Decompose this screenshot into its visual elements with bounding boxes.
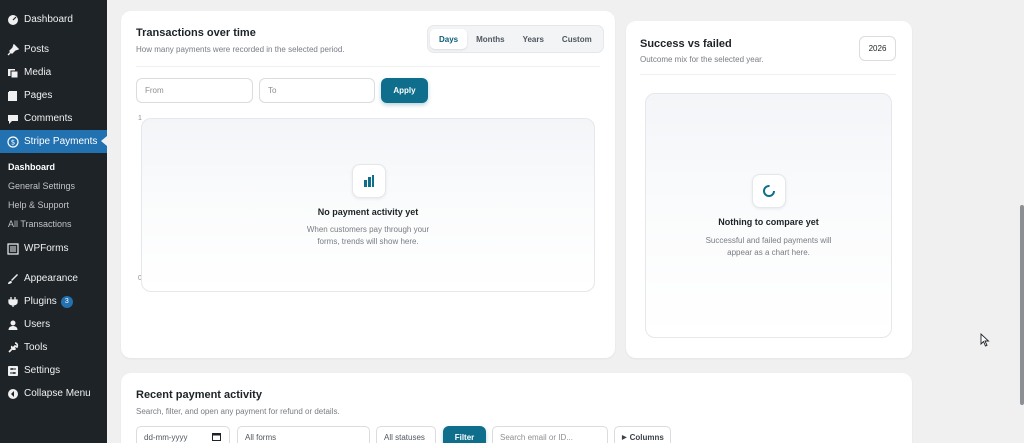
mouse-cursor-icon <box>980 332 990 350</box>
menu-stripe-payments[interactable]: $ Stripe Payments <box>0 130 107 153</box>
comments-icon <box>6 112 20 126</box>
period-days[interactable]: Days <box>430 29 468 49</box>
recent-activity-subtitle: Search, filter, and open any payment for… <box>136 407 340 416</box>
menu-comments[interactable]: Comments <box>0 107 107 130</box>
success-failed-card: Success vs failed Outcome mix for the se… <box>626 21 912 358</box>
success-failed-subtitle: Outcome mix for the selected year. <box>640 55 764 64</box>
filter-button[interactable]: Filter <box>443 426 486 443</box>
transactions-divider <box>136 66 600 67</box>
menu-wpforms[interactable]: WPForms <box>0 237 107 260</box>
settings-icon <box>6 364 20 378</box>
transactions-subtitle: How many payments were recorded in the s… <box>136 45 345 54</box>
menu-plugins[interactable]: Plugins 3 <box>0 290 107 313</box>
user-icon <box>6 318 20 332</box>
status-select[interactable]: All statuses <box>376 426 436 443</box>
to-date-input[interactable]: To <box>259 78 375 103</box>
columns-button[interactable]: ▶ Columns <box>614 426 671 443</box>
from-date-input[interactable]: From <box>136 78 253 103</box>
submenu-help-support[interactable]: Help & Support <box>0 196 107 214</box>
menu-settings[interactable]: Settings <box>0 359 107 382</box>
submenu-dashboard[interactable]: Dashboard <box>0 158 107 176</box>
plugin-icon <box>6 295 20 309</box>
submenu-general-settings[interactable]: General Settings <box>0 177 107 195</box>
menu-users[interactable]: Users <box>0 313 107 336</box>
calendar-icon <box>212 432 221 443</box>
page-scrollbar-thumb[interactable] <box>1020 205 1024 405</box>
year-selector[interactable]: 2026 <box>859 36 896 61</box>
transactions-empty-text-line1: When customers pay through your <box>306 225 430 234</box>
recent-activity-card: Recent payment activity Search, filter, … <box>121 373 912 443</box>
period-custom[interactable]: Custom <box>553 29 601 49</box>
bar-chart-icon <box>352 164 386 198</box>
transactions-title: Transactions over time <box>136 27 256 39</box>
menu-collapse[interactable]: Collapse Menu <box>0 382 107 405</box>
pin-icon <box>6 43 20 57</box>
donut-chart-icon <box>752 174 786 208</box>
media-icon <box>6 66 20 80</box>
forms-select[interactable]: All forms <box>237 426 370 443</box>
wrench-icon <box>6 341 20 355</box>
forms-icon <box>6 242 20 256</box>
menu-posts[interactable]: Posts <box>0 38 107 61</box>
success-divider <box>640 74 896 75</box>
svg-text:$: $ <box>11 138 15 146</box>
transactions-empty-text-line2: forms, trends will show here. <box>317 237 419 246</box>
date-filter-input[interactable]: dd-mm-yyyy <box>136 426 230 443</box>
recent-activity-title: Recent payment activity <box>136 389 262 401</box>
period-years[interactable]: Years <box>514 29 553 49</box>
period-selector: Days Months Years Custom <box>427 25 604 53</box>
success-empty-text-line1: Successful and failed payments will <box>705 236 832 245</box>
success-empty-state: Nothing to compare yet Successful and fa… <box>645 93 892 338</box>
brush-icon <box>6 272 20 286</box>
menu-appearance[interactable]: Appearance <box>0 267 107 290</box>
pages-icon <box>6 89 20 103</box>
apply-button[interactable]: Apply <box>381 78 428 103</box>
success-failed-title: Success vs failed <box>640 38 732 50</box>
transactions-card: Transactions over time How many payments… <box>121 11 615 358</box>
dashboard-icon <box>6 13 20 27</box>
plugins-update-badge: 3 <box>60 295 73 308</box>
success-empty-text-line2: appear as a chart here. <box>727 248 810 257</box>
admin-sidebar: Dashboard Posts Media Pages Comments $ S… <box>0 0 107 443</box>
submenu-all-transactions[interactable]: All Transactions <box>0 215 107 233</box>
menu-tools[interactable]: Tools <box>0 336 107 359</box>
transactions-empty-title: No payment activity yet <box>317 207 419 217</box>
axis-top-label: 1 <box>138 115 142 122</box>
success-empty-title: Nothing to compare yet <box>718 217 819 227</box>
transactions-empty-state: No payment activity yet When customers p… <box>141 118 595 292</box>
search-input[interactable]: Search email or ID... <box>492 426 608 443</box>
collapse-icon <box>6 387 20 401</box>
menu-pages[interactable]: Pages <box>0 84 107 107</box>
period-months[interactable]: Months <box>467 29 513 49</box>
caret-right-icon: ▶ <box>622 434 627 441</box>
menu-dashboard[interactable]: Dashboard <box>0 8 107 31</box>
dollar-icon: $ <box>6 135 20 149</box>
menu-media[interactable]: Media <box>0 61 107 84</box>
